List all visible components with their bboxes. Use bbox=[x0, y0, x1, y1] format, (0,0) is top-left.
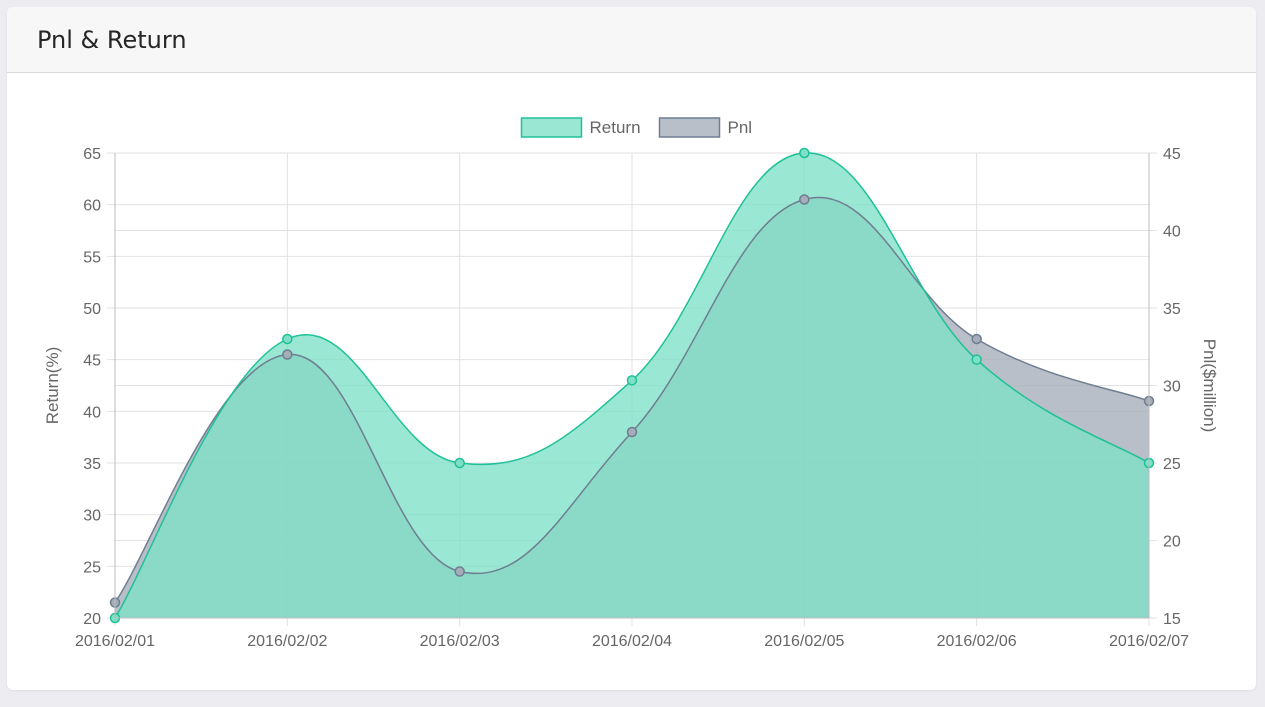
x-tick-label: 2016/02/07 bbox=[1109, 633, 1189, 650]
y-left-tick-label: 55 bbox=[83, 249, 101, 266]
y-left-axis-title: Return(%) bbox=[43, 347, 62, 424]
y-right-tick-label: 45 bbox=[1163, 146, 1181, 163]
y-right-tick-label: 40 bbox=[1163, 224, 1181, 241]
legend-return-label: Return bbox=[590, 118, 641, 137]
y-right-tick-label: 20 bbox=[1163, 534, 1181, 551]
x-tick-label: 2016/02/02 bbox=[247, 633, 327, 650]
x-tick-label: 2016/02/04 bbox=[592, 633, 672, 650]
return-point bbox=[282, 333, 293, 345]
y-left-tick-label: 20 bbox=[83, 611, 101, 628]
legend-return-swatch bbox=[520, 117, 583, 138]
y-left-tick-label: 30 bbox=[83, 508, 101, 525]
return-point bbox=[971, 354, 982, 365]
y-left-tick-label: 25 bbox=[83, 559, 101, 576]
pnl-point bbox=[454, 566, 465, 577]
y-right-tick-label: 30 bbox=[1163, 379, 1181, 396]
y-left-tick-label: 35 bbox=[83, 456, 101, 473]
legend-pnl-label: Pnl bbox=[728, 118, 753, 137]
y-left-tick-label: 60 bbox=[83, 198, 101, 215]
pnl-return-chart: 20 25 30 35 40 45 50 55 60 65 15 20 25 30 35 40 45 2016/0… bbox=[43, 117, 1219, 650]
y-left-tick-label: 65 bbox=[83, 146, 101, 163]
return-point bbox=[454, 457, 465, 469]
return-point bbox=[799, 147, 810, 159]
pnl-return-panel: Pnl & Return 20 25 30 35 40 45 50 55 60 65 15 20 25 3… bbox=[7, 7, 1256, 690]
legend-pnl-swatch bbox=[658, 117, 721, 138]
y-right-tick-label: 35 bbox=[1163, 301, 1181, 318]
pnl-point bbox=[971, 333, 982, 345]
pnl-point bbox=[799, 194, 810, 205]
y-left-tick-label: 50 bbox=[83, 301, 101, 318]
pnl-point bbox=[282, 349, 293, 360]
pnl-point bbox=[626, 426, 638, 438]
return-point bbox=[626, 375, 638, 386]
y-right-tick-label: 25 bbox=[1163, 456, 1181, 473]
y-left-tick-label: 45 bbox=[83, 353, 101, 370]
y-right-tick-label: 15 bbox=[1163, 611, 1181, 628]
y-right-axis-title: Pnl($million) bbox=[1200, 339, 1219, 433]
x-tick-label: 2016/02/03 bbox=[420, 633, 500, 650]
y-left-tick-label: 40 bbox=[83, 404, 101, 421]
x-tick-label: 2016/02/06 bbox=[937, 633, 1017, 650]
x-tick-label: 2016/02/05 bbox=[764, 633, 844, 650]
x-tick-label: 2016/02/01 bbox=[75, 633, 155, 650]
